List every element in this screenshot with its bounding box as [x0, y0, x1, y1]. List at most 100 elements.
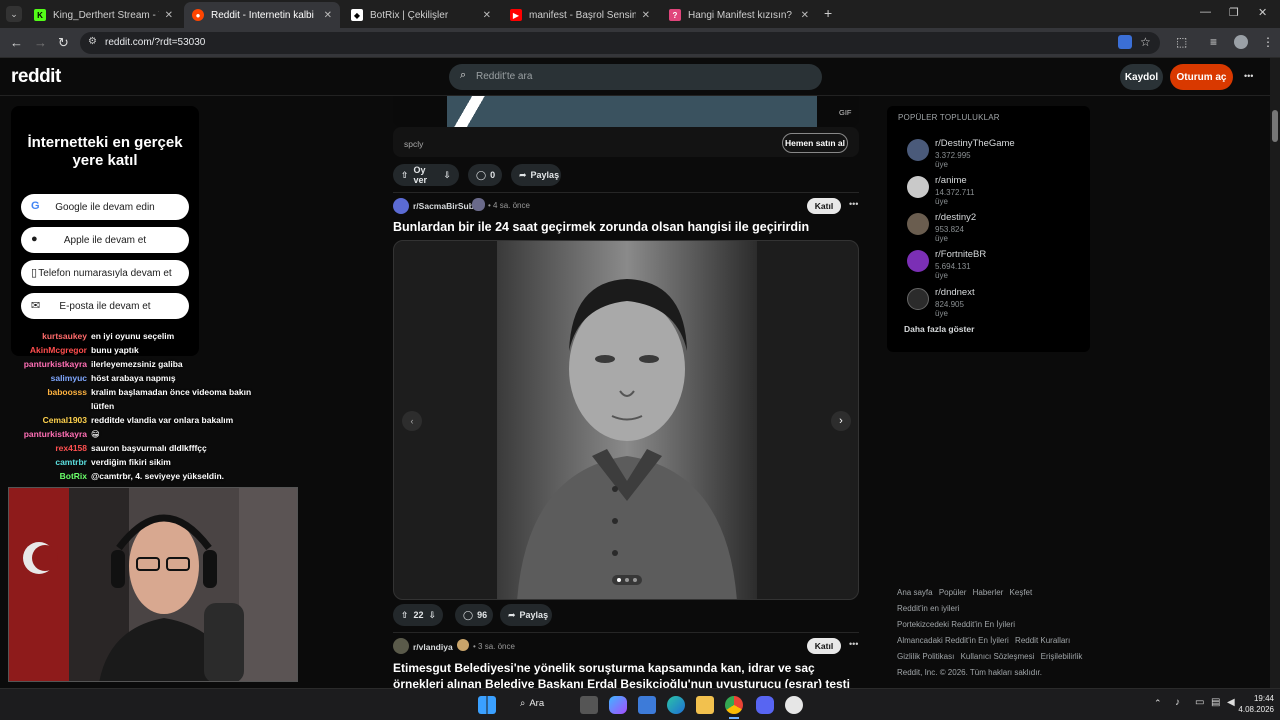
- close-icon[interactable]: ✕: [642, 10, 650, 21]
- microphone-icon[interactable]: ♪: [1175, 697, 1180, 708]
- display-icon[interactable]: ▭: [1195, 697, 1204, 708]
- app-icon[interactable]: [785, 696, 803, 714]
- downvote-icon[interactable]: ⇩: [443, 170, 451, 181]
- search-input[interactable]: ⌕ Reddit'te ara: [449, 64, 822, 90]
- post-share-button[interactable]: ➦ Paylaş: [500, 604, 552, 626]
- url-field[interactable]: ⚙ reddit.com/?rdt=53030 ☆: [80, 32, 1160, 54]
- reddit-footer: Ana sayfa Popüler Haberler Keşfet Reddit…: [897, 585, 1087, 681]
- ad-comments-button[interactable]: ◯ 0: [468, 164, 502, 186]
- email-login-button[interactable]: ✉ E-posta ile devam et: [21, 293, 189, 319]
- show-more-link[interactable]: Daha fazla göster: [904, 324, 974, 334]
- windows-start-icon[interactable]: [478, 696, 496, 714]
- subreddit-link[interactable]: r/vlandiya: [413, 642, 453, 652]
- footer-link[interactable]: Portekizcedeki Reddit'in En İyileri: [897, 617, 1087, 633]
- media-control-icon[interactable]: ≡: [1210, 35, 1217, 49]
- store-icon[interactable]: [638, 696, 656, 714]
- carousel-prev-button[interactable]: ‹: [402, 411, 422, 431]
- subreddit-avatar[interactable]: [393, 198, 409, 214]
- post-vote-pill[interactable]: ⇧ 22 ⇩: [393, 604, 443, 626]
- footer-link[interactable]: Kullanıcı Sözleşmesi: [961, 652, 1035, 661]
- subreddit-avatar[interactable]: [393, 638, 409, 654]
- bookmark-star-icon[interactable]: ☆: [1140, 35, 1151, 49]
- tab-search-button[interactable]: ⌄: [6, 6, 22, 22]
- translate-icon[interactable]: [1118, 35, 1132, 49]
- signup-button[interactable]: Kaydol: [1120, 64, 1163, 90]
- forward-icon[interactable]: →: [34, 35, 47, 50]
- post-title[interactable]: Bunlardan bir ile 24 saat geçirmek zorun…: [393, 220, 863, 234]
- tab-reddit[interactable]: ● Reddit - İnternetin kalbi ✕: [184, 2, 340, 28]
- footer-link[interactable]: Keşfet: [1010, 588, 1033, 597]
- chat-line-continued: lütfen: [91, 401, 115, 411]
- volume-icon[interactable]: ◀: [1227, 697, 1235, 708]
- close-icon[interactable]: ✕: [324, 10, 332, 21]
- extensions-icon[interactable]: ⬚: [1176, 35, 1187, 49]
- ad-image-stripe: [447, 96, 492, 127]
- back-icon[interactable]: ←: [10, 35, 23, 50]
- phone-login-button[interactable]: ▯ Telefon numarasıyla devam et: [21, 260, 189, 286]
- tab-kick[interactable]: K King_Derthert Stream - Watch L ✕: [26, 2, 181, 28]
- task-view-icon[interactable]: [580, 696, 598, 714]
- apple-login-button[interactable]: ● Apple ile devam et: [21, 227, 189, 253]
- footer-link[interactable]: Almancadaki Reddit'in En İyileri: [897, 636, 1009, 645]
- upvote-icon[interactable]: ⇧: [401, 610, 409, 621]
- feed: GIF spcly Hemen satın al ⇧ Oy ver ⇩ ◯ 0 …: [383, 96, 869, 707]
- clock[interactable]: 19:44 4.08.2026: [1236, 693, 1274, 715]
- copilot-icon[interactable]: [609, 696, 627, 714]
- login-button[interactable]: Oturum aç: [1170, 64, 1233, 90]
- post-more-icon[interactable]: •••: [849, 639, 858, 649]
- post-image-carousel[interactable]: ‹ ›: [393, 240, 859, 600]
- carousel-next-button[interactable]: ›: [831, 411, 851, 431]
- youtube-icon: ▶: [510, 9, 522, 21]
- login-card-title: İnternetteki en gerçek yere katıl: [27, 134, 183, 169]
- ad-media[interactable]: GIF: [393, 96, 859, 127]
- reddit-header: reddit ⌕ Reddit'te ara Kaydol Oturum aç …: [0, 58, 1270, 96]
- close-icon[interactable]: ✕: [801, 10, 809, 21]
- google-login-button[interactable]: G Google ile devam edin: [21, 194, 189, 220]
- footer-link[interactable]: Haberler: [973, 588, 1004, 597]
- site-settings-icon[interactable]: ⚙: [88, 36, 97, 47]
- webcam-image: [9, 488, 297, 681]
- profile-avatar[interactable]: [1234, 35, 1248, 49]
- footer-link[interactable]: Ana sayfa: [897, 588, 933, 597]
- file-explorer-icon[interactable]: [696, 696, 714, 714]
- discord-icon[interactable]: [756, 696, 774, 714]
- post-comments-button[interactable]: ◯ 96: [455, 604, 493, 626]
- footer-link[interactable]: Erişilebilirlik: [1041, 652, 1083, 661]
- tray-chevron-icon[interactable]: ⌃: [1154, 698, 1162, 709]
- close-icon[interactable]: ✕: [483, 10, 491, 21]
- subreddit-link[interactable]: r/SacmaBirSub: [413, 201, 474, 211]
- edge-icon[interactable]: [667, 696, 685, 714]
- footer-link[interactable]: Reddit Kuralları: [1015, 636, 1070, 645]
- tab-youtube[interactable]: ▶ manifest - Başrol Sensin | Offici ✕: [502, 2, 658, 28]
- join-button[interactable]: Katıl: [807, 638, 841, 654]
- chrome-icon[interactable]: [725, 696, 743, 714]
- ad-cta-button[interactable]: Hemen satın al: [782, 133, 848, 153]
- restore-icon[interactable]: ❐: [1229, 6, 1239, 19]
- page-scrollbar[interactable]: [1270, 58, 1280, 688]
- reload-icon[interactable]: ↻: [58, 35, 69, 51]
- footer-link[interactable]: Gizlilik Politikası: [897, 652, 954, 661]
- reddit-logo[interactable]: reddit: [11, 66, 61, 88]
- scrollbar-thumb[interactable]: [1272, 110, 1278, 142]
- ad-share-button[interactable]: ➦ Paylaş: [511, 164, 561, 186]
- minimize-icon[interactable]: —: [1200, 6, 1211, 18]
- new-tab-icon[interactable]: +: [824, 5, 832, 21]
- login-card: İnternetteki en gerçek yere katıl G Goog…: [11, 106, 199, 356]
- upvote-icon[interactable]: ⇧: [401, 170, 409, 181]
- footer-link[interactable]: Reddit'in en iyileri: [897, 601, 1087, 617]
- window-close-icon[interactable]: ✕: [1258, 6, 1267, 19]
- ad-vote-pill[interactable]: ⇧ Oy ver ⇩: [393, 164, 459, 186]
- phone-icon: ▯: [31, 267, 38, 279]
- more-options-icon[interactable]: •••: [1244, 71, 1253, 81]
- network-icon[interactable]: ▤: [1211, 697, 1220, 708]
- post-more-icon[interactable]: •••: [849, 199, 858, 209]
- taskbar-search[interactable]: ⌕ Ara: [520, 698, 544, 709]
- browser-menu-icon[interactable]: ⋮: [1262, 35, 1274, 49]
- join-button[interactable]: Katıl: [807, 198, 841, 214]
- tab-botrix[interactable]: ◆ BotRix | Çekilişler ✕: [343, 2, 499, 28]
- tab-quiz[interactable]: ? Hangi Manifest kızısın? 🎤 - Te ✕: [661, 2, 817, 28]
- downvote-icon[interactable]: ⇩: [429, 610, 437, 621]
- close-icon[interactable]: ✕: [165, 10, 173, 21]
- footer-link[interactable]: Popüler: [939, 588, 967, 597]
- post-image: [497, 241, 757, 599]
